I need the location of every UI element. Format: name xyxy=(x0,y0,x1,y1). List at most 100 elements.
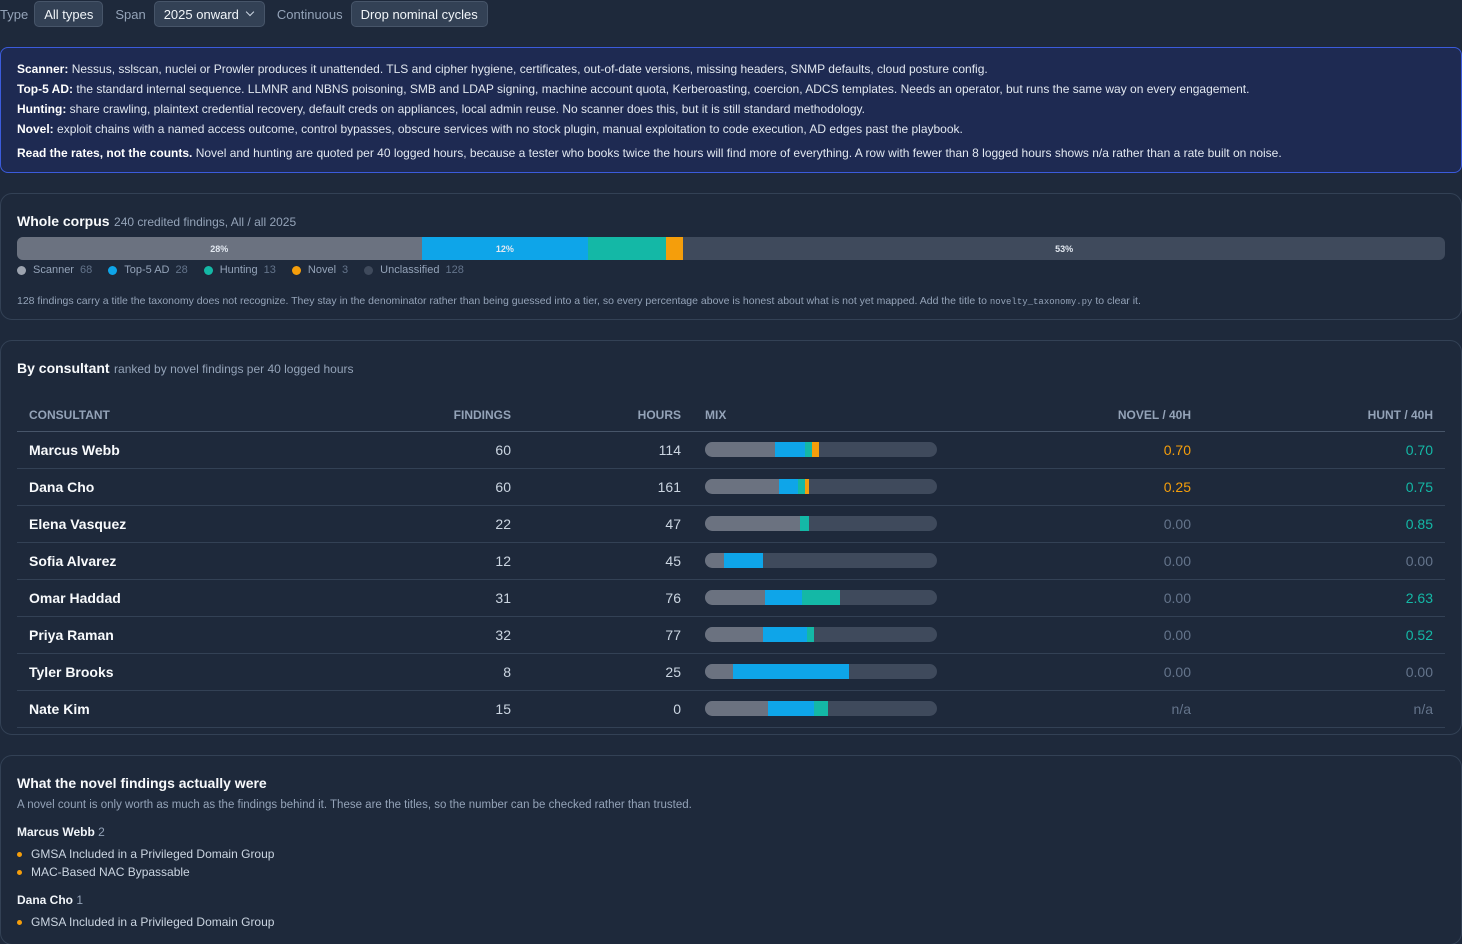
bullet-dot xyxy=(17,919,22,925)
mix-segment-top5ad xyxy=(765,590,803,605)
mix-segment-scanner xyxy=(705,442,775,457)
mix-segment-novel xyxy=(804,479,810,494)
legend-count: 68 xyxy=(79,264,93,276)
finding-title: GMSA Included in a Privileged Domain Gro… xyxy=(31,915,275,929)
table-row[interactable]: Elena Vasquez 22 47 0.00 0.85 xyxy=(17,505,1445,543)
legend-label: Top-5 AD xyxy=(124,264,170,276)
hours-count: 45 xyxy=(523,542,693,580)
consultant-name: Marcus Webb xyxy=(17,825,95,839)
corpus-segment-novel xyxy=(665,237,684,260)
findings-count: 8 xyxy=(385,653,523,691)
scanner-dot xyxy=(17,265,26,275)
definition-scanner: Scanner: Nessus, sslscan, nuclei or Prow… xyxy=(17,62,1445,82)
mix-bar xyxy=(705,627,937,642)
unclassified-note: 128 findings carry a title the taxonomy … xyxy=(17,295,1445,307)
hunt-rate: 0.75 xyxy=(1203,468,1445,506)
consultant-name: Marcus Webb xyxy=(17,431,385,469)
mix-segment-scanner xyxy=(705,479,780,494)
novel-dot xyxy=(291,265,301,275)
mix-segment-hunting xyxy=(814,701,828,716)
table-row[interactable]: Omar Haddad 31 76 0.00 2.63 xyxy=(17,579,1445,617)
mix-segment-hunting xyxy=(800,516,810,531)
bullet-dot xyxy=(17,869,22,875)
legend-count: 128 xyxy=(445,264,464,276)
consultant-name: Tyler Brooks xyxy=(17,653,385,691)
span-select[interactable]: 2025 onward xyxy=(153,1,265,27)
novel-count: 2 xyxy=(98,825,105,839)
mix-segment-hunting xyxy=(802,590,840,605)
corpus-segment-unclassified: 53% xyxy=(683,237,1445,260)
mix-segment-novel xyxy=(811,442,819,457)
table-row[interactable]: Dana Cho 60 161 0.25 0.75 xyxy=(17,468,1445,506)
column-header-findings[interactable]: FINDINGS xyxy=(385,399,523,432)
legend-label: Scanner xyxy=(33,264,74,276)
legend-label: Novel xyxy=(307,264,337,276)
hours-count: 77 xyxy=(523,616,693,654)
hours-count: 25 xyxy=(523,653,693,691)
legend-label: Hunting xyxy=(219,264,258,276)
consultant-name: Sofia Alvarez xyxy=(17,542,385,580)
corpus-segment-scanner: 28% xyxy=(17,237,422,260)
definition-text: the standard internal sequence. LLMNR an… xyxy=(73,82,1250,96)
table-row[interactable]: Tyler Brooks 8 25 0.00 0.00 xyxy=(17,653,1445,691)
continuous-toggle[interactable]: Continuous xyxy=(277,7,343,22)
hunting-dot xyxy=(203,265,213,275)
drop-nominal-cycles-button[interactable]: Drop nominal cycles xyxy=(350,1,488,27)
segment-percent-label: 28% xyxy=(210,243,229,254)
mix-bar xyxy=(705,701,937,716)
table-row[interactable]: Priya Raman 32 77 0.00 0.52 xyxy=(17,616,1445,654)
mix-bar xyxy=(705,664,937,679)
column-header-consultant[interactable]: CONSULTANT xyxy=(17,399,385,432)
hunt-rate: 0.00 xyxy=(1203,653,1445,691)
legend-count: 13 xyxy=(263,264,276,276)
hunt-rate: 0.52 xyxy=(1203,616,1445,654)
definition-hunting: Hunting: share crawling, plaintext crede… xyxy=(17,102,1445,122)
corpus-segment-hunting xyxy=(588,237,666,260)
consultant-name: Priya Raman xyxy=(17,616,385,654)
definition-term: Top-5 AD: xyxy=(17,82,73,96)
mix-bar xyxy=(705,553,937,568)
column-header-novel-rate[interactable]: NOVEL / 40H xyxy=(1015,399,1203,432)
mix-segment-top5ad xyxy=(774,442,805,457)
hunt-rate: 0.85 xyxy=(1203,505,1445,543)
definition-text: share crawling, plaintext credential rec… xyxy=(66,102,865,116)
bullet-dot xyxy=(17,851,22,857)
corpus-distribution-bar: 28% 12% 53% xyxy=(17,237,1445,260)
definition-novel: Novel: exploit chains with a named acces… xyxy=(17,122,1445,142)
novel-rate: 0.25 xyxy=(1015,468,1203,506)
findings-count: 22 xyxy=(385,505,523,543)
hours-count: 0 xyxy=(523,690,693,728)
novel-rate: 0.00 xyxy=(1015,616,1203,654)
novel-findings-card: What the novel findings actually were A … xyxy=(0,755,1462,944)
mix-segment-scanner xyxy=(705,664,733,679)
corpus-segment-top-5-ad: 12% xyxy=(421,237,589,260)
findings-count: 60 xyxy=(385,468,523,506)
finding-title: GMSA Included in a Privileged Domain Gro… xyxy=(31,847,275,861)
novel-group-header: Dana Cho 1 xyxy=(17,893,1445,907)
column-header-mix[interactable]: MIX xyxy=(693,399,1015,432)
hours-count: 47 xyxy=(523,505,693,543)
hours-count: 76 xyxy=(523,579,693,617)
column-header-hours[interactable]: HOURS xyxy=(523,399,693,432)
definition-text: exploit chains with a named access outco… xyxy=(53,122,963,136)
corpus-heading: Whole corpus 240 credited findings, All … xyxy=(17,213,1445,231)
novel-finding-item: GMSA Included in a Privileged Domain Gro… xyxy=(17,847,1445,861)
legend-novel: Novel 3 xyxy=(291,264,348,276)
mix-segment-scanner xyxy=(705,590,766,605)
segment-percent-label: 53% xyxy=(1055,243,1074,254)
mix-segment-top5ad xyxy=(732,664,849,679)
mix-bar xyxy=(705,590,937,605)
mix-segment-hunting xyxy=(807,627,815,642)
mix-cell xyxy=(693,542,1015,580)
table-row[interactable]: Marcus Webb 60 114 0.70 0.70 xyxy=(17,431,1445,469)
column-header-hunt-rate[interactable]: HUNT / 40H xyxy=(1203,399,1445,432)
mix-cell xyxy=(693,653,1015,691)
consultant-name: Elena Vasquez xyxy=(17,505,385,543)
mix-cell xyxy=(693,690,1015,728)
novel-rate: 0.70 xyxy=(1015,431,1203,469)
definition-term: Read the rates, not the counts. xyxy=(17,146,193,160)
table-row[interactable]: Nate Kim 15 0 n/a n/a xyxy=(17,690,1445,728)
note-text-end: to clear it. xyxy=(1092,295,1141,307)
table-row[interactable]: Sofia Alvarez 12 45 0.00 0.00 xyxy=(17,542,1445,580)
type-filter-button[interactable]: All types xyxy=(34,1,104,27)
